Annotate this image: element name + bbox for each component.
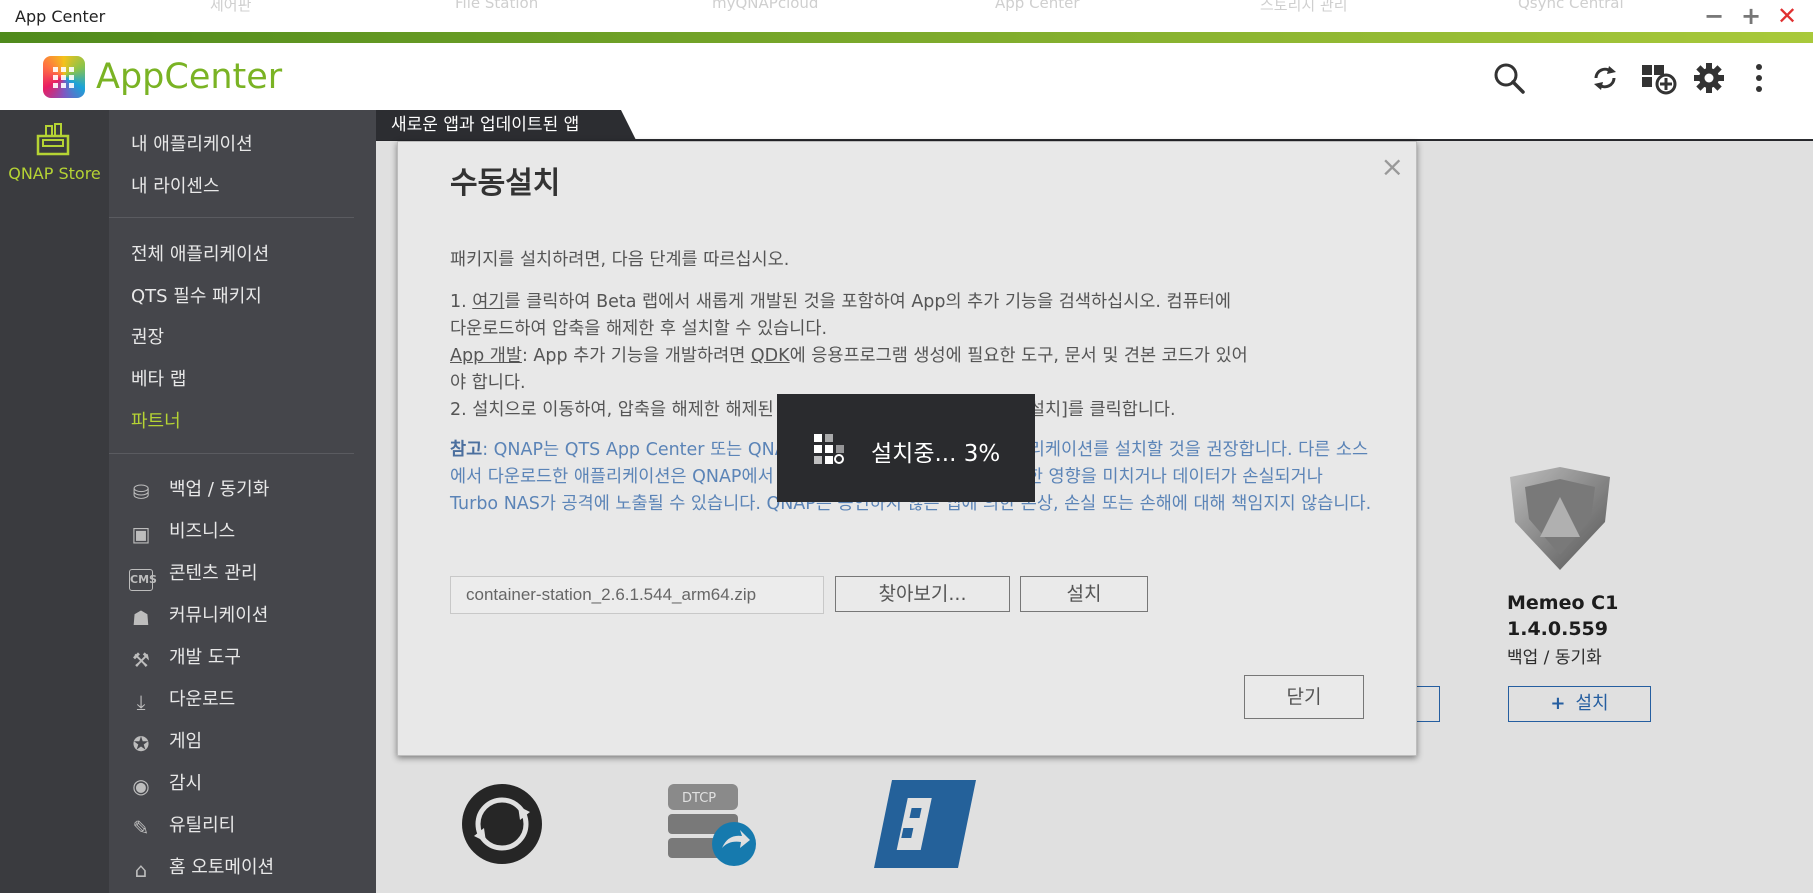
sidebar-item-content-management[interactable]: CMS 콘텐츠 관리 bbox=[129, 559, 258, 591]
backup-icon: ⛁ bbox=[132, 480, 150, 504]
ghost-tab: 제어판 bbox=[210, 0, 252, 14]
utility-icon: ✎ bbox=[132, 816, 150, 840]
dialog-step1: 1. 여기를 클릭하여 Beta 랩에서 새롭게 개발된 것을 포함하여 App… bbox=[450, 292, 1231, 312]
sidebar-item-qts-essentials[interactable]: QTS 필수 패키지 bbox=[131, 282, 262, 308]
sidebar-item-business[interactable]: ▣ 비즈니스 bbox=[129, 517, 236, 546]
brand-title: AppCenter bbox=[96, 57, 283, 97]
appcenter-logo-icon bbox=[43, 56, 85, 98]
qdk-link[interactable]: QDK bbox=[751, 346, 790, 366]
sidebar-item-partners[interactable]: 파트너 bbox=[131, 407, 181, 433]
left-nav: QNAP Store bbox=[0, 110, 109, 893]
settings-icon[interactable] bbox=[1692, 61, 1726, 95]
sidebar-item-my-apps[interactable]: 내 애플리케이션 bbox=[131, 130, 253, 156]
communication-icon: ☗ bbox=[132, 606, 150, 630]
qnap-store-icon[interactable] bbox=[36, 122, 70, 156]
close-window-button[interactable]: ✕ bbox=[1777, 2, 1797, 30]
dialog-step1-cont: 다운로드하여 압축을 해제한 후 설치할 수 있습니다. bbox=[450, 319, 828, 339]
install-button[interactable]: 설치 bbox=[1020, 576, 1148, 612]
maximize-button[interactable]: + bbox=[1741, 2, 1761, 30]
dialog-title: 수동설치 bbox=[450, 166, 561, 201]
browse-button[interactable]: 찾아보기... bbox=[835, 576, 1010, 612]
search-icon[interactable] bbox=[1492, 61, 1526, 95]
app-header: AppCenter bbox=[0, 43, 1813, 110]
dialog-intro: 패키지를 설치하려면, 다음 단계를 따르십시오. bbox=[450, 250, 790, 270]
sidebar-item-my-licenses[interactable]: 내 라이센스 bbox=[131, 172, 220, 198]
window-titlebar: App Center 제어판 File Station myQNAPcloud … bbox=[0, 0, 1813, 32]
here-link[interactable]: 여기 bbox=[472, 292, 504, 312]
download-icon: ⤓ bbox=[136, 690, 146, 714]
surveillance-icon: ◉ bbox=[132, 774, 150, 798]
sidebar-item-beta-lab[interactable]: 베타 랩 bbox=[131, 365, 186, 391]
install-progress-text: 설치중... 3% bbox=[871, 441, 1001, 467]
sidebar-item-games[interactable]: ✪ 게임 bbox=[129, 727, 203, 756]
sidebar-item-home-automation[interactable]: ⌂ 홈 오토메이션 bbox=[129, 853, 274, 882]
ghost-tab: Qsync Central bbox=[1518, 0, 1624, 12]
cms-icon: CMS bbox=[129, 569, 157, 591]
ghost-tab: 스토리지 관리 bbox=[1260, 0, 1348, 14]
sidebar-item-download[interactable]: ⤓ 다운로드 bbox=[129, 685, 236, 714]
qnap-store-label[interactable]: QNAP Store bbox=[0, 164, 109, 183]
dialog-dev-cont: 야 합니다. bbox=[450, 373, 526, 393]
sidebar-divider bbox=[109, 453, 354, 454]
accent-bar bbox=[0, 32, 1813, 43]
close-button[interactable]: 닫기 bbox=[1244, 675, 1364, 719]
sidebar-item-surveillance[interactable]: ◉ 감시 bbox=[129, 769, 202, 798]
home-automation-icon: ⌂ bbox=[134, 858, 148, 882]
ghost-tab: File Station bbox=[455, 0, 539, 12]
sidebar-divider bbox=[109, 217, 354, 218]
app-dev-link[interactable]: App 개발 bbox=[450, 346, 522, 366]
minimize-button[interactable]: − bbox=[1704, 2, 1724, 30]
sidebar-item-backup[interactable]: ⛁ 백업 / 동기화 bbox=[129, 475, 270, 504]
sidebar: 내 애플리케이션 내 라이센스 전체 애플리케이션 QTS 필수 패키지 권장 … bbox=[109, 110, 376, 893]
ghost-tab: App Center bbox=[995, 0, 1080, 12]
game-icon: ✪ bbox=[132, 732, 150, 756]
sidebar-item-communication[interactable]: ☗ 커뮤니케이션 bbox=[129, 601, 268, 630]
sidebar-item-all-apps[interactable]: 전체 애플리케이션 bbox=[131, 240, 269, 266]
install-progress-overlay: 설치중... 3% bbox=[777, 394, 1035, 502]
file-path-field[interactable]: container-station_2.6.1.544_arm64.zip bbox=[450, 576, 824, 614]
dev-tools-icon: ⚒ bbox=[132, 648, 150, 672]
sidebar-item-dev-tools[interactable]: ⚒ 개발 도구 bbox=[129, 643, 241, 672]
section-tab-new-updated[interactable]: 새로운 앱과 업데이트된 앱 bbox=[376, 110, 636, 140]
loading-spinner-icon bbox=[813, 433, 845, 465]
dialog-dev: App 개발: App 추가 기능을 개발하려면 QDK에 응용프로그램 생성에… bbox=[450, 346, 1248, 366]
ghost-tab: myQNAPcloud bbox=[712, 0, 819, 12]
sidebar-item-utilities[interactable]: ✎ 유틸리티 bbox=[129, 811, 236, 840]
dialog-close-icon[interactable]: × bbox=[1381, 150, 1404, 183]
sidebar-item-recommended[interactable]: 권장 bbox=[131, 323, 164, 349]
window-title: App Center bbox=[15, 7, 106, 26]
business-icon: ▣ bbox=[131, 522, 151, 546]
refresh-icon[interactable] bbox=[1588, 61, 1622, 95]
install-manual-icon[interactable] bbox=[1640, 61, 1677, 95]
more-icon[interactable] bbox=[1742, 61, 1776, 95]
